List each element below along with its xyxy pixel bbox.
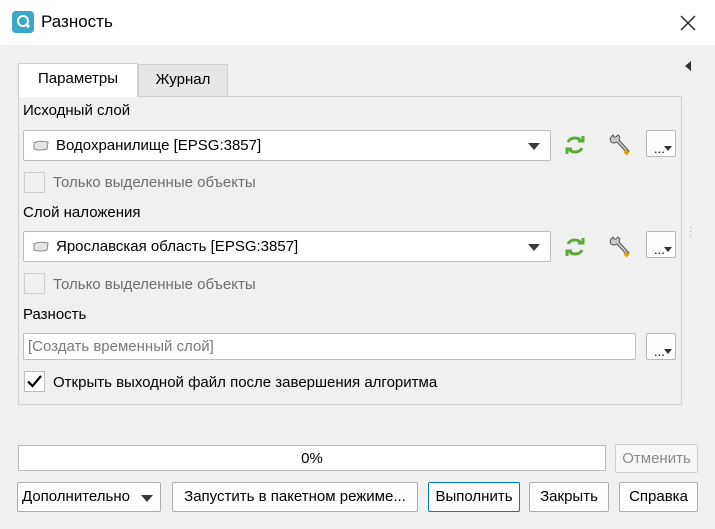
overlay-selected-only-label: Только выделенные объекты bbox=[53, 276, 256, 293]
checkmark-icon bbox=[27, 375, 42, 388]
input-selected-only-checkbox[interactable] bbox=[24, 172, 45, 193]
advanced-button[interactable]: Дополнительно bbox=[17, 482, 161, 512]
input-layer-combo[interactable]: Водохранилище [EPSG:3857] bbox=[23, 130, 551, 161]
tab-parameters[interactable]: Параметры bbox=[18, 63, 138, 97]
close-button[interactable]: Закрыть bbox=[529, 482, 609, 512]
output-path-field[interactable]: [Создать временный слой] bbox=[23, 333, 636, 360]
overlay-settings-button[interactable] bbox=[606, 233, 634, 261]
open-output-label: Открыть выходной файл после завершения а… bbox=[53, 374, 438, 391]
chevron-down-icon bbox=[528, 143, 540, 150]
input-selected-only-label: Только выделенные объекты bbox=[53, 174, 256, 191]
refresh-icon bbox=[565, 136, 585, 154]
close-icon bbox=[680, 15, 696, 31]
refresh-icon bbox=[565, 238, 585, 256]
wrench-icon bbox=[609, 236, 630, 258]
input-layer-label: Исходный слой bbox=[23, 102, 131, 119]
title-bar: Разность bbox=[0, 0, 715, 45]
dropdown-arrow-icon bbox=[664, 146, 672, 151]
dropdown-arrow-icon bbox=[664, 349, 672, 354]
splitter-grip[interactable]: · · · bbox=[689, 223, 692, 241]
qgis-logo-icon bbox=[12, 11, 34, 33]
output-browse-button[interactable]: ... bbox=[646, 333, 676, 360]
overlay-layer-combo[interactable]: Ярославская область [EPSG:3857] bbox=[23, 231, 551, 262]
overlay-layer-browse-button[interactable]: ... bbox=[646, 231, 676, 258]
open-output-checkbox[interactable] bbox=[24, 371, 45, 392]
iterate-input-button[interactable] bbox=[561, 131, 589, 159]
overlay-selected-only-checkbox[interactable] bbox=[24, 273, 45, 294]
iterate-overlay-button[interactable] bbox=[561, 233, 589, 261]
chevron-down-icon bbox=[528, 244, 540, 251]
input-layer-value: Водохранилище [EPSG:3857] bbox=[56, 137, 262, 154]
batch-run-button[interactable]: Запустить в пакетном режиме... bbox=[172, 482, 418, 512]
wrench-icon bbox=[609, 134, 630, 156]
run-button[interactable]: Выполнить bbox=[428, 482, 520, 512]
output-label: Разность bbox=[23, 306, 87, 323]
input-settings-button[interactable] bbox=[606, 131, 634, 159]
progress-text: 0% bbox=[301, 450, 323, 467]
cancel-button[interactable]: Отменить bbox=[615, 444, 698, 473]
help-button[interactable]: Справка bbox=[619, 482, 698, 512]
chevron-down-icon bbox=[141, 495, 153, 502]
input-layer-browse-button[interactable]: ... bbox=[646, 130, 676, 157]
output-placeholder: [Создать временный слой] bbox=[28, 338, 214, 355]
progress-bar: 0% bbox=[18, 445, 606, 471]
overlay-layer-value: Ярославская область [EPSG:3857] bbox=[56, 238, 299, 255]
polygon-layer-icon bbox=[33, 241, 49, 252]
close-window-button[interactable] bbox=[668, 4, 708, 42]
overlay-layer-label: Слой наложения bbox=[23, 204, 141, 221]
advanced-label: Дополнительно bbox=[22, 488, 130, 505]
window-title: Разность bbox=[41, 12, 113, 31]
polygon-layer-icon bbox=[33, 140, 49, 151]
tab-log[interactable]: Журнал bbox=[138, 64, 228, 97]
dropdown-arrow-icon bbox=[664, 247, 672, 252]
collapse-panel-icon[interactable] bbox=[684, 61, 692, 71]
